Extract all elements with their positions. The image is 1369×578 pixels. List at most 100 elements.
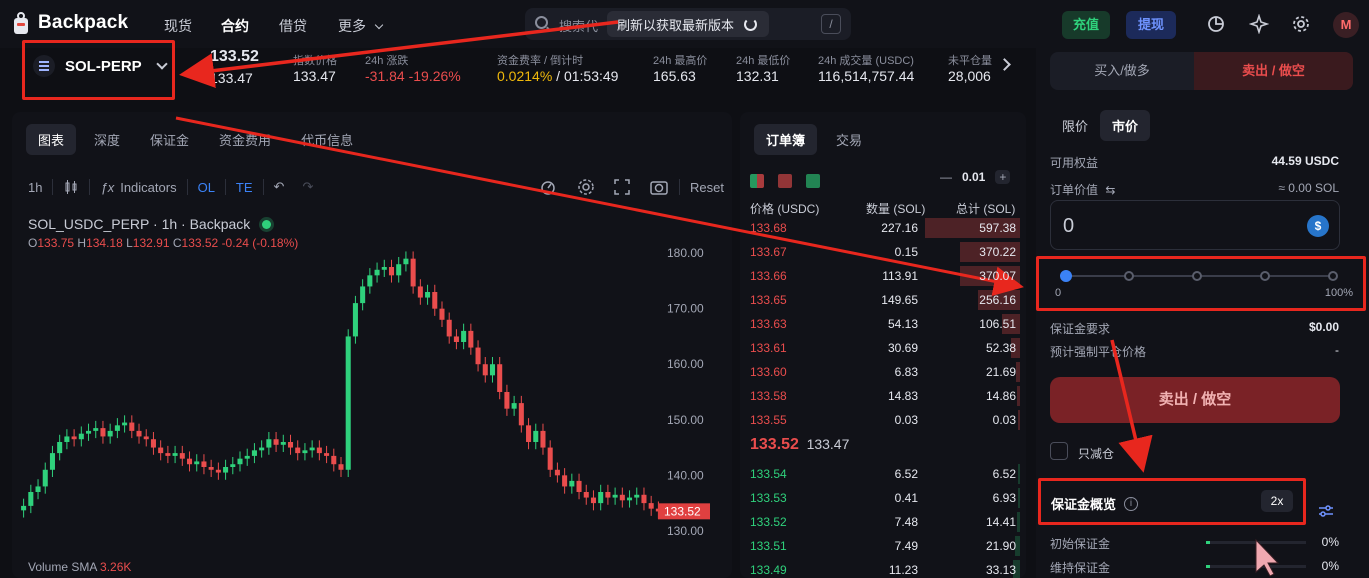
sparkle-icon[interactable]: [1249, 14, 1269, 34]
ask-row[interactable]: 133.58 14.83 14.86: [740, 384, 1026, 408]
interval-button[interactable]: 1h: [28, 180, 42, 195]
slider-thumb[interactable]: [1060, 270, 1072, 282]
bid-row[interactable]: 133.54 6.52 6.52: [740, 462, 1026, 486]
tab-trades[interactable]: 交易: [824, 124, 874, 155]
slider-mark-100[interactable]: [1328, 271, 1338, 281]
both-sides-icon[interactable]: [750, 174, 764, 188]
ask-row[interactable]: 133.60 6.83 21.69: [740, 360, 1026, 384]
tab-orderbook[interactable]: 订单簿: [754, 124, 818, 155]
ask-row[interactable]: 133.68 227.16 597.38: [740, 216, 1026, 240]
candlestick-chart[interactable]: 180.00 170.00 160.00 150.00 140.00 130.00 133.…: [12, 242, 722, 558]
last-price-label: 133.52: [664, 504, 701, 518]
gear-icon[interactable]: [1291, 14, 1311, 34]
ask-row[interactable]: 133.66 113.91 370.07: [740, 264, 1026, 288]
candle-body: [360, 286, 366, 304]
ask-row[interactable]: 133.65 149.65 256.16: [740, 288, 1026, 312]
candle-body: [122, 422, 128, 426]
slider-mark-25[interactable]: [1124, 271, 1134, 281]
available-label: 可用权益: [1050, 156, 1099, 170]
maint-margin-bar: [1206, 565, 1306, 568]
usdc-icon[interactable]: $: [1307, 215, 1329, 237]
buy-long-tab[interactable]: 买入/做多: [1050, 52, 1194, 90]
sell-short-tab[interactable]: 卖出 / 做空: [1194, 52, 1353, 90]
deposit-button[interactable]: 充值: [1062, 11, 1110, 39]
minus-icon[interactable]: —: [940, 170, 952, 184]
nav-futures[interactable]: 合约: [221, 16, 249, 36]
candle-body: [172, 453, 178, 456]
alert-icon[interactable]: [539, 178, 557, 196]
tab-depth[interactable]: 深度: [82, 124, 132, 155]
candle-body: [302, 450, 308, 454]
tab-funding[interactable]: 资金费用: [207, 124, 283, 155]
funding-countdown: / 01:53:49: [552, 68, 619, 84]
indicators-button[interactable]: Indicators: [120, 180, 176, 195]
ask-row[interactable]: 133.61 30.69 52.38: [740, 336, 1026, 360]
asks-only-icon[interactable]: [778, 174, 792, 188]
bid-row[interactable]: 133.49 11.23 33.13: [740, 558, 1026, 578]
bid-row[interactable]: 133.52 7.48 14.41: [740, 510, 1026, 534]
amount-input[interactable]: 0 $: [1050, 200, 1340, 250]
te-button[interactable]: TE: [236, 180, 253, 195]
withdraw-button[interactable]: 提现: [1126, 11, 1176, 39]
reset-button[interactable]: Reset: [690, 180, 724, 195]
orderbook-total: 370.07: [979, 269, 1016, 283]
size-slider[interactable]: [1060, 270, 1338, 282]
nav-lending[interactable]: 借贷: [279, 16, 307, 36]
undo-icon[interactable]: ↶: [274, 179, 285, 195]
fullscreen-icon[interactable]: [613, 178, 631, 196]
market-symbol: SOL-PERP: [65, 57, 142, 75]
settings-icon[interactable]: [577, 178, 595, 196]
reduce-only-label: 只减仓: [1078, 447, 1115, 461]
candle-type-icon[interactable]: [63, 179, 79, 195]
chevron-right-icon[interactable]: [998, 58, 1011, 71]
nav-spot[interactable]: 现货: [164, 16, 192, 36]
tab-chart[interactable]: 图表: [26, 124, 77, 155]
candle-body: [605, 492, 611, 498]
brand-logo[interactable]: Backpack: [12, 12, 128, 34]
ask-row[interactable]: 133.67 0.15 370.22: [740, 240, 1026, 264]
ask-row[interactable]: 133.63 54.13 106.51: [740, 312, 1026, 336]
bid-row[interactable]: 133.51 7.49 21.90: [740, 534, 1026, 558]
orderbook-qty: 30.69: [887, 341, 918, 355]
orderbook-price: 133.53: [750, 491, 787, 505]
info-icon[interactable]: i: [1124, 496, 1139, 511]
refresh-icon: [744, 17, 758, 31]
search-bar[interactable]: 搜索代 刷新以获取最新版本 /: [525, 8, 851, 40]
camera-icon[interactable]: [649, 178, 669, 196]
slider-min-label: 0: [1055, 287, 1062, 299]
order-value-label: 订单价值 ⇆: [1050, 181, 1115, 198]
candle-body: [554, 469, 560, 476]
market-selector[interactable]: SOL-PERP: [22, 40, 175, 100]
candle-body: [49, 453, 55, 470]
sliders-icon[interactable]: [1318, 504, 1334, 518]
mid-mark-price: 133.47: [806, 436, 850, 452]
slider-mark-50[interactable]: [1192, 271, 1202, 281]
tab-limit[interactable]: 限价: [1050, 110, 1100, 141]
nav-more[interactable]: 更多: [338, 16, 384, 36]
bids-only-icon[interactable]: [806, 174, 820, 188]
user-avatar[interactable]: M: [1333, 12, 1359, 38]
portfolio-pie-icon[interactable]: [1206, 14, 1226, 34]
ol-button[interactable]: OL: [198, 180, 215, 195]
slider-mark-75[interactable]: [1260, 271, 1270, 281]
tab-market[interactable]: 市价: [1100, 110, 1151, 141]
candle-body: [396, 264, 402, 276]
candle-body: [208, 467, 214, 470]
swap-icon[interactable]: ⇆: [1105, 183, 1115, 197]
plus-icon[interactable]: +: [995, 170, 1011, 184]
refresh-version-button[interactable]: 刷新以获取最新版本: [607, 11, 769, 37]
submit-sell-button[interactable]: 卖出 / 做空: [1050, 377, 1340, 423]
candle-body: [453, 336, 459, 342]
candle-body: [244, 455, 250, 459]
y-tick-label: 160.00: [667, 357, 704, 371]
candle-body: [562, 475, 568, 487]
bid-row[interactable]: 133.53 0.41 6.93: [740, 486, 1026, 510]
leverage-button[interactable]: 2x: [1261, 490, 1293, 512]
tab-margin[interactable]: 保证金: [138, 124, 201, 155]
redo-icon[interactable]: ↷: [302, 179, 313, 195]
stat-value-volume: 116,514,757.44: [818, 68, 915, 84]
candle-body: [367, 275, 373, 287]
ask-row[interactable]: 133.55 0.03 0.03: [740, 408, 1026, 432]
reduce-only-checkbox[interactable]: [1050, 442, 1068, 460]
tab-token-info[interactable]: 代币信息: [289, 124, 365, 155]
